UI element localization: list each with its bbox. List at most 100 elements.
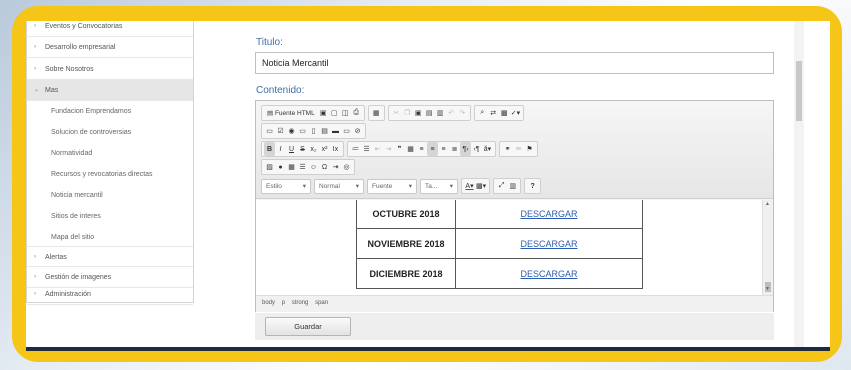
numbered-list-icon[interactable]: ≔ bbox=[350, 142, 361, 156]
image-icon[interactable]: ▨ bbox=[264, 160, 275, 174]
sidebar-subitem-normatividad[interactable]: Normatividad bbox=[27, 143, 193, 164]
select-icon[interactable]: ▤ bbox=[319, 124, 330, 138]
page-break-icon[interactable]: ⇥ bbox=[330, 160, 341, 174]
paste-word-icon[interactable]: ▥ bbox=[435, 106, 446, 120]
align-right-icon[interactable]: ≡ bbox=[438, 142, 449, 156]
toolbar-group-links: ⚭ ⚮ ⚑ bbox=[499, 141, 538, 157]
bulleted-list-icon[interactable]: ☰ bbox=[361, 142, 372, 156]
table-icon[interactable]: ▦ bbox=[286, 160, 297, 174]
scroll-down-icon[interactable]: ▼ bbox=[765, 286, 770, 292]
textfield-icon[interactable]: ▭ bbox=[297, 124, 308, 138]
page-scrollbar[interactable] bbox=[794, 21, 804, 347]
indent-icon[interactable]: ⇥ bbox=[383, 142, 394, 156]
form-icon[interactable]: ▭ bbox=[264, 124, 275, 138]
anchor-icon[interactable]: ⚑ bbox=[524, 142, 535, 156]
help-button[interactable]: ? bbox=[527, 179, 538, 193]
radio-icon[interactable]: ◉ bbox=[286, 124, 297, 138]
underline-icon[interactable]: U bbox=[286, 142, 297, 156]
rtl-icon[interactable]: ‹¶ bbox=[471, 142, 482, 156]
preview-icon[interactable]: ◫ bbox=[340, 106, 351, 120]
find-icon[interactable]: ⌕ bbox=[477, 106, 488, 120]
path-item[interactable]: span bbox=[315, 300, 328, 306]
button-icon[interactable]: ▬ bbox=[330, 124, 341, 138]
path-item[interactable]: strong bbox=[292, 300, 309, 306]
iframe-icon[interactable]: ◎ bbox=[341, 160, 352, 174]
sidebar-subitem-mapa[interactable]: Mapa del sitio bbox=[27, 227, 193, 248]
editor-content[interactable]: OCTUBRE 2018 DESCARGAR NOVIEMBRE 2018 DE… bbox=[256, 200, 762, 295]
sidebar-subitem-label: Sitios de interes bbox=[51, 213, 101, 220]
source-button[interactable]: ▤ Fuente HTML bbox=[264, 106, 318, 120]
sidebar-subitem-label: Normatividad bbox=[51, 150, 93, 157]
unlink-icon[interactable]: ⚮ bbox=[513, 142, 524, 156]
maximize-icon[interactable]: ⤢ bbox=[496, 179, 507, 193]
sidebar-item-sobre-nosotros[interactable]: › Sobre Nosotros bbox=[27, 59, 193, 80]
hidden-field-icon[interactable]: ⊘ bbox=[352, 124, 363, 138]
remove-format-icon[interactable]: Ix bbox=[330, 142, 341, 156]
align-left-icon[interactable]: ≡ bbox=[416, 142, 427, 156]
text-color-icon[interactable]: A▾ bbox=[464, 179, 475, 193]
select-all-icon[interactable]: ▩ bbox=[499, 106, 510, 120]
content-label: Contenido: bbox=[256, 85, 305, 96]
new-page-icon[interactable]: ▢ bbox=[329, 106, 340, 120]
horizontal-rule-icon[interactable]: ☰ bbox=[297, 160, 308, 174]
paste-text-icon[interactable]: ▤ bbox=[424, 106, 435, 120]
show-blocks-icon[interactable]: ▥ bbox=[507, 179, 518, 193]
print-icon[interactable]: ⎙ bbox=[351, 106, 362, 120]
superscript-icon[interactable]: x² bbox=[319, 142, 330, 156]
sidebar-subitem-recursos[interactable]: Recursos y revocatorias directas bbox=[27, 164, 193, 185]
blockquote-icon[interactable]: ❞ bbox=[394, 142, 405, 156]
language-icon[interactable]: ǎ▾ bbox=[482, 142, 493, 156]
replace-icon[interactable]: ⇄ bbox=[488, 106, 499, 120]
copy-icon[interactable]: ❐ bbox=[402, 106, 413, 120]
image-button-icon[interactable]: ▭ bbox=[341, 124, 352, 138]
sidebar-subitem-noticia[interactable]: Noticia mercantil bbox=[27, 185, 193, 206]
sidebar-item-eventos[interactable]: › Eventos y Convocatorias bbox=[27, 21, 193, 37]
style-combo[interactable]: Estilo ▾ bbox=[261, 178, 311, 194]
format-combo[interactable]: Normal ▾ bbox=[314, 178, 364, 194]
align-center-icon[interactable]: ≡ bbox=[427, 142, 438, 156]
font-combo[interactable]: Fuente ▾ bbox=[367, 178, 417, 194]
save-button[interactable]: Guardar bbox=[265, 317, 351, 336]
italic-icon[interactable]: I bbox=[275, 142, 286, 156]
download-link[interactable]: DESCARGAR bbox=[455, 200, 643, 229]
sidebar-subitem-fundacion[interactable]: Fundacion Emprendamos bbox=[27, 101, 193, 122]
sidebar-subitem-sitios[interactable]: Sitios de interes bbox=[27, 206, 193, 227]
cut-icon[interactable]: ✂ bbox=[391, 106, 402, 120]
editor-scrollbar[interactable]: ▲ ▼ bbox=[762, 200, 773, 295]
sidebar-item-desarrollo[interactable]: › Desarrollo empresarial bbox=[27, 37, 193, 58]
special-char-icon[interactable]: Ω bbox=[319, 160, 330, 174]
title-input[interactable] bbox=[255, 52, 774, 74]
checkbox-icon[interactable]: ☑ bbox=[275, 124, 286, 138]
undo-icon[interactable]: ↶ bbox=[446, 106, 457, 120]
sidebar-item-administracion[interactable]: › Administración bbox=[27, 284, 193, 305]
ltr-icon[interactable]: ¶› bbox=[460, 142, 471, 156]
link-icon[interactable]: ⚭ bbox=[502, 142, 513, 156]
spellcheck-icon[interactable]: ✓▾ bbox=[510, 106, 521, 120]
subscript-icon[interactable]: x₂ bbox=[308, 142, 319, 156]
bold-icon[interactable]: B bbox=[264, 142, 275, 156]
paste-icon[interactable]: ▣ bbox=[413, 106, 424, 120]
outdent-icon[interactable]: ⇤ bbox=[372, 142, 383, 156]
bg-color-icon[interactable]: ▩▾ bbox=[475, 179, 487, 193]
page-scroll-thumb[interactable] bbox=[796, 61, 802, 121]
size-combo[interactable]: Ta... ▾ bbox=[420, 178, 458, 194]
sidebar-item-alertas[interactable]: › Alertas bbox=[27, 246, 193, 267]
sidebar-subitem-solucion[interactable]: Solucion de controversias bbox=[27, 122, 193, 143]
table-row: NOVIEMBRE 2018 DESCARGAR bbox=[356, 228, 643, 259]
textarea-icon[interactable]: ▯ bbox=[308, 124, 319, 138]
justify-icon[interactable]: ≣ bbox=[449, 142, 460, 156]
flash-icon[interactable]: ● bbox=[275, 160, 286, 174]
chevron-right-icon: › bbox=[34, 23, 36, 29]
div-icon[interactable]: ▦ bbox=[405, 142, 416, 156]
save-icon[interactable]: ▣ bbox=[318, 106, 329, 120]
scroll-up-icon[interactable]: ▲ bbox=[765, 201, 770, 207]
strike-icon[interactable]: S bbox=[297, 142, 308, 156]
templates-icon[interactable]: ▦ bbox=[371, 106, 382, 120]
path-item[interactable]: p bbox=[282, 300, 285, 306]
smiley-icon[interactable]: ☺ bbox=[308, 160, 319, 174]
download-link[interactable]: DESCARGAR bbox=[455, 228, 643, 259]
download-link[interactable]: DESCARGAR bbox=[455, 258, 643, 289]
sidebar-item-mas[interactable]: ⌄ Mas bbox=[27, 80, 193, 101]
redo-icon[interactable]: ↷ bbox=[457, 106, 468, 120]
path-item[interactable]: body bbox=[262, 300, 275, 306]
